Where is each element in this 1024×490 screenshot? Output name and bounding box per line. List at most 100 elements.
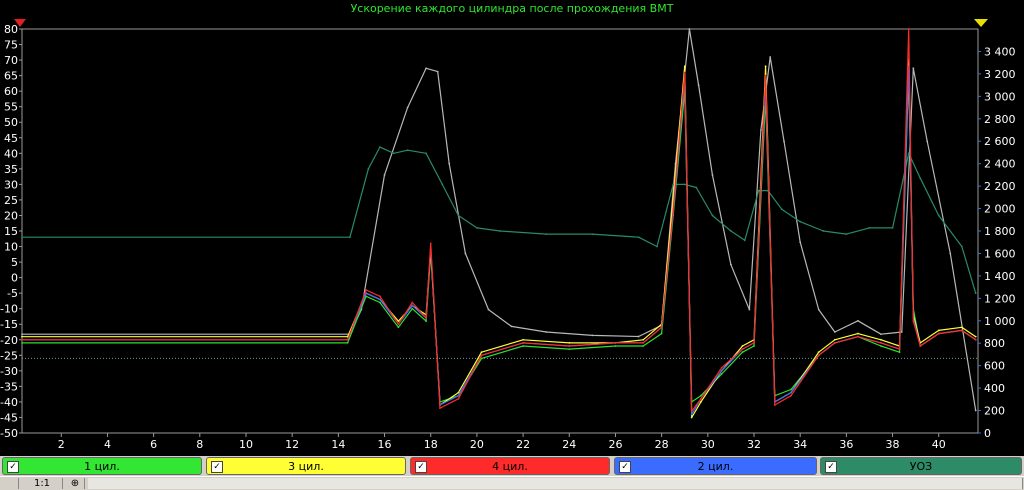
- data-point: [912, 67, 915, 70]
- data-point: [522, 338, 524, 341]
- data-point: [937, 329, 940, 332]
- y-left-tick-label: 75: [4, 39, 18, 52]
- data-point: [833, 331, 836, 333]
- data-point: [898, 348, 901, 350]
- data-point: [974, 409, 977, 412]
- series-line-3 цил.: [22, 59, 977, 419]
- data-point: [457, 391, 460, 394]
- right-marker-icon[interactable]: [974, 19, 988, 27]
- data-point: [757, 189, 760, 192]
- data-point: [753, 341, 755, 344]
- data-point: [406, 106, 409, 109]
- data-point: [907, 28, 910, 30]
- data-point: [753, 345, 755, 347]
- data-point: [720, 366, 723, 369]
- x-tick-label: 16: [378, 438, 392, 451]
- y-left-tick-label: 60: [4, 85, 18, 98]
- data-point: [406, 149, 409, 152]
- data-point: [919, 345, 922, 347]
- legend-item-cyl1[interactable]: ✓ 1 цил.: [2, 457, 202, 475]
- y-left-tick-label: -25: [0, 349, 18, 362]
- data-point: [790, 394, 792, 397]
- data-point: [545, 331, 548, 333]
- data-point: [383, 173, 386, 176]
- data-point: [656, 245, 658, 248]
- legend-item-cyl4[interactable]: ✓ 4 цил.: [410, 457, 610, 475]
- legend-checkbox[interactable]: ✓: [211, 461, 223, 473]
- data-point: [346, 338, 349, 341]
- legend-label: 2 цил.: [697, 460, 734, 473]
- data-point: [900, 331, 903, 333]
- zoom-in-icon[interactable]: ⊕: [66, 478, 85, 489]
- data-point: [683, 65, 686, 68]
- data-point: [912, 320, 915, 323]
- y-left-tick-label: 40: [4, 147, 18, 160]
- legend-label: 3 цил.: [288, 460, 324, 473]
- data-point: [790, 391, 792, 394]
- legend-bar: ✓ 1 цил. ✓ 3 цил. ✓ 4 цил. ✓ 2 цил. ✓ УО…: [0, 456, 1024, 476]
- data-point: [880, 345, 882, 347]
- data-point: [397, 326, 400, 329]
- data-point: [760, 129, 762, 131]
- data-point: [480, 351, 483, 354]
- y-right-tick-label: 0: [984, 427, 991, 440]
- data-point: [683, 183, 686, 186]
- data-point: [379, 298, 381, 301]
- data-point: [392, 152, 395, 155]
- legend-checkbox[interactable]: ✓: [7, 461, 19, 473]
- legend-checkbox[interactable]: ✓: [619, 461, 631, 473]
- data-point: [695, 186, 698, 189]
- data-point: [720, 369, 723, 372]
- chart-title: Ускорение каждого цилиндра после прохожд…: [351, 2, 674, 15]
- data-point: [730, 263, 732, 266]
- series-line-1 цил.: [22, 74, 977, 403]
- data-point: [436, 70, 439, 73]
- legend-label: 1 цил.: [84, 460, 120, 473]
- data-point: [379, 295, 381, 298]
- data-point: [822, 230, 825, 232]
- data-point: [857, 319, 859, 322]
- data-point: [568, 341, 571, 344]
- data-point: [857, 332, 859, 335]
- data-point: [21, 333, 23, 336]
- x-tick-label: 24: [562, 438, 576, 451]
- data-point: [697, 84, 700, 87]
- data-point: [379, 146, 381, 148]
- data-point: [683, 71, 686, 74]
- data-point: [926, 140, 929, 143]
- data-point: [937, 214, 940, 217]
- status-bar: 1:1 ⊕: [0, 476, 1024, 490]
- y-right-tick-label: 2 000: [984, 203, 1016, 216]
- legend-item-cyl2[interactable]: ✓ 2 цил.: [614, 457, 817, 475]
- data-point: [411, 304, 414, 307]
- horizontal-scrollbar[interactable]: [88, 478, 1023, 489]
- legend-item-cyl3[interactable]: ✓ 3 цил.: [206, 457, 406, 475]
- data-point: [868, 226, 871, 229]
- data-point: [891, 226, 894, 229]
- y-left-tick-label: -15: [0, 318, 18, 331]
- data-point: [857, 335, 859, 338]
- legend-item-uoz[interactable]: ✓ УОЗ: [820, 457, 1022, 475]
- data-point: [568, 348, 571, 350]
- data-point: [699, 397, 702, 400]
- data-point: [397, 320, 400, 323]
- data-point: [545, 233, 548, 236]
- y-left-tick-label: 80: [4, 23, 18, 36]
- legend-checkbox[interactable]: ✓: [415, 461, 427, 473]
- series-line-4 цил.: [22, 28, 977, 412]
- y-right-tick-label: 200: [984, 405, 1005, 418]
- data-point: [522, 345, 524, 347]
- y-left-tick-label: 35: [4, 163, 18, 176]
- data-point: [441, 183, 444, 186]
- status-seg-blank: [0, 478, 19, 489]
- y-left-tick-label: 5: [11, 256, 18, 269]
- y-left-tick-label: -10: [0, 303, 18, 316]
- data-point: [699, 401, 702, 403]
- data-point: [637, 236, 640, 239]
- y-right-tick-label: 3 400: [984, 45, 1016, 58]
- data-point: [919, 177, 922, 180]
- y-left-tick-label: -30: [0, 365, 18, 378]
- data-point: [773, 404, 776, 406]
- legend-checkbox[interactable]: ✓: [825, 461, 837, 473]
- chart: Ускорение каждого цилиндра после прохожд…: [0, 2, 1016, 451]
